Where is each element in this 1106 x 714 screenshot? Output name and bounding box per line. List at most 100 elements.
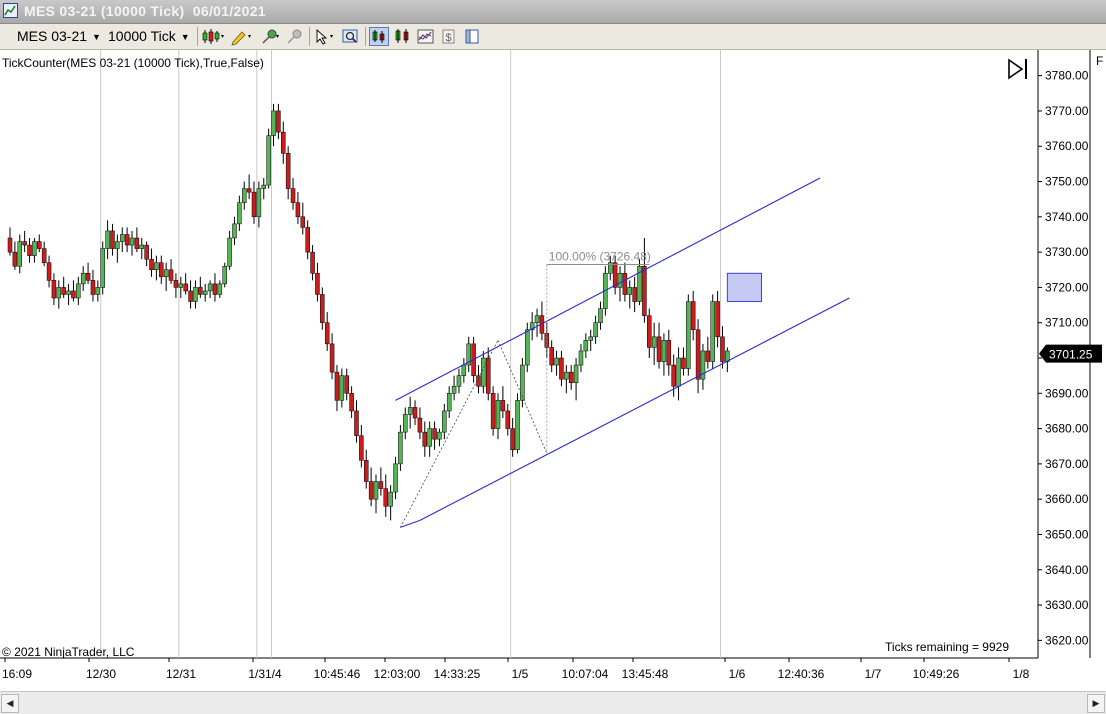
up-candle: [227, 237, 232, 267]
down-candle: [212, 283, 218, 295]
up-candle: [237, 202, 242, 225]
down-candle: [695, 329, 701, 380]
crosshair-button[interactable]: [259, 27, 283, 46]
up-candle: [393, 463, 398, 493]
down-candle: [183, 283, 188, 292]
zoom-button[interactable]: [341, 27, 361, 46]
interval-selector[interactable]: 10000 Tick ▼: [108, 27, 190, 45]
price-axis-label: 3740.00: [1045, 210, 1089, 224]
chart-trader-button[interactable]: [462, 27, 482, 46]
down-candle: [71, 290, 76, 299]
up-candle: [119, 234, 125, 242]
time-axis-label: 1/31/4: [248, 667, 282, 681]
down-candle: [612, 262, 618, 288]
toolbar-divider: [197, 27, 198, 46]
price-axis-label: 3760.00: [1045, 139, 1089, 153]
down-candle: [310, 251, 315, 274]
down-candle: [354, 410, 359, 436]
down-candle: [549, 347, 554, 366]
drawing-tool-button[interactable]: [230, 27, 256, 46]
scroll-right-icon[interactable]: ▶: [1087, 694, 1105, 713]
up-candle: [193, 287, 198, 302]
up-candle: [80, 273, 86, 285]
down-candle: [359, 435, 364, 461]
up-candle: [593, 322, 598, 338]
price-axis-label: 3640.00: [1045, 563, 1089, 577]
up-candle: [451, 385, 457, 394]
scroll-left-icon[interactable]: ◀: [1, 694, 19, 713]
down-candle: [315, 273, 320, 295]
down-candle: [295, 202, 301, 218]
down-candle: [656, 336, 662, 362]
up-candle: [588, 336, 593, 341]
price-axis-label: 3710.00: [1045, 316, 1089, 330]
up-candle: [163, 269, 169, 278]
down-candle: [144, 244, 149, 260]
down-candle: [432, 428, 437, 440]
time-axis-label: 1/6: [729, 667, 746, 681]
down-candle: [173, 280, 179, 288]
up-candle: [661, 340, 667, 362]
up-candle: [598, 308, 603, 323]
up-candle: [202, 290, 208, 295]
ticks-remaining-text: Ticks remaining = 9929: [885, 640, 1009, 654]
pencil-icon: [231, 31, 251, 46]
candlestick-style-icon: [202, 29, 224, 44]
up-candle: [139, 244, 145, 249]
window-title: MES 03-21 (10000 Tick) 06/01/2021: [24, 3, 266, 19]
chart-app-icon: [3, 3, 18, 18]
down-candle: [27, 244, 32, 256]
down-candle: [37, 241, 42, 249]
rectangle-drawing: [726, 272, 763, 303]
time-axis-label: 12:40:36: [778, 667, 825, 681]
instrument-selector[interactable]: MES 03-21 ▼: [17, 27, 101, 45]
up-candle: [271, 110, 276, 136]
up-candle: [56, 287, 62, 299]
down-candle: [715, 301, 720, 338]
down-candle: [41, 248, 47, 263]
down-candle: [110, 230, 115, 249]
global-crosshair-button[interactable]: [284, 27, 304, 46]
down-candle: [61, 287, 66, 295]
price-axis-label: 3770.00: [1045, 104, 1089, 118]
down-candle: [159, 262, 164, 278]
price-chart[interactable]: 3780.00 3770.00 3760.00 3750.00 3740.00 3730.…: [0, 50, 1106, 690]
up-candle: [105, 230, 110, 249]
down-candle: [320, 294, 325, 323]
pointer-tool-button[interactable]: [313, 27, 339, 46]
pushpin-icon: [262, 29, 279, 44]
up-candle: [207, 283, 213, 292]
down-candle: [642, 265, 647, 316]
chart-background: [0, 50, 1106, 690]
up-candle: [427, 428, 432, 447]
down-candle: [12, 251, 18, 267]
indicators-button[interactable]: [416, 27, 436, 46]
up-candle: [495, 400, 501, 429]
up-candle: [617, 273, 623, 288]
down-candle: [344, 375, 349, 394]
bar-style-button[interactable]: [201, 27, 227, 46]
instrument-label: MES 03-21: [17, 28, 88, 44]
strategies-button[interactable]: [393, 27, 413, 46]
down-candle: [22, 241, 27, 246]
horizontal-scrollbar[interactable]: ◀ ▶: [0, 691, 1106, 714]
data-series-button[interactable]: [369, 27, 389, 46]
down-candle: [671, 364, 676, 387]
toolbar-divider: [365, 27, 366, 46]
up-candle: [373, 481, 379, 500]
properties-button[interactable]: $: [439, 27, 459, 46]
down-candle: [363, 460, 369, 482]
up-candle: [32, 241, 37, 256]
down-candle: [134, 237, 140, 249]
up-candle: [17, 241, 23, 267]
fib-level-label: 100.00% (3726.48): [549, 250, 651, 264]
down-candle: [324, 322, 330, 345]
price-axis-label: 3720.00: [1045, 280, 1089, 294]
up-candle: [266, 135, 271, 186]
up-candle: [573, 364, 579, 383]
up-candle: [481, 357, 486, 387]
up-candle: [525, 329, 530, 366]
down-candle: [246, 188, 252, 193]
copyright-text: © 2021 NinjaTrader, LLC: [2, 645, 135, 659]
strategy-icon: [395, 29, 409, 43]
